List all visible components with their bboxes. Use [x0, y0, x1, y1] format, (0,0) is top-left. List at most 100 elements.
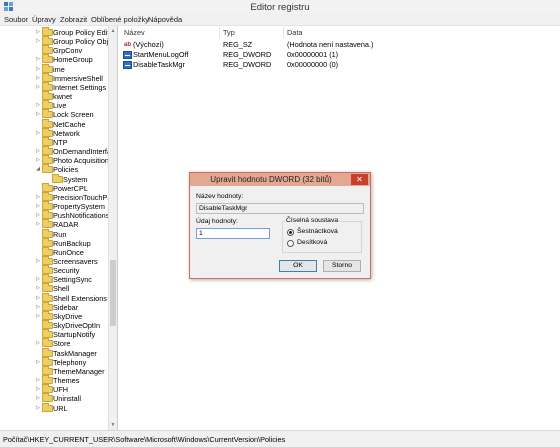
- menu-soubor[interactable]: Soubor: [4, 15, 28, 24]
- tree-item[interactable]: ▷ Live: [0, 100, 108, 110]
- tree-item[interactable]: System: [0, 173, 108, 184]
- expand-arrow-icon[interactable]: ▷: [35, 295, 41, 302]
- expand-arrow-icon[interactable]: ▷: [35, 359, 41, 366]
- tree-item[interactable]: ▷ Group Policy Objec: [0, 36, 116, 46]
- ok-button[interactable]: OK: [279, 260, 317, 272]
- scroll-up-arrow-icon[interactable]: ▲: [109, 28, 117, 34]
- expand-arrow-icon[interactable]: ▷: [35, 221, 41, 228]
- expand-arrow-icon[interactable]: ▷: [35, 377, 41, 384]
- tree-item[interactable]: StartupNotify: [0, 329, 108, 339]
- expand-arrow-icon[interactable]: ▷: [35, 194, 41, 201]
- expand-arrow-icon[interactable]: ▷: [35, 66, 41, 73]
- tree-item[interactable]: ▷ OnDemandInterfac: [0, 146, 115, 156]
- tree-item[interactable]: ▷ Internet Settings: [0, 81, 108, 92]
- decimal-radio-label[interactable]: Desítková: [297, 239, 327, 246]
- tree-item[interactable]: ▷ PushNotifications: [0, 210, 109, 220]
- expand-arrow-icon[interactable]: ▷: [35, 203, 41, 210]
- edit-dword-dialog: Upravit hodnotu DWORD (32 bitů) ✕ Název …: [189, 172, 371, 279]
- tree-item[interactable]: ▷ Group Policy Editor: [0, 27, 116, 37]
- value-name-field[interactable]: [196, 203, 364, 214]
- key-tree[interactable]: ▷ Group Policy Editor ▷ Group Policy Objec G…: [0, 26, 118, 430]
- hex-radio[interactable]: [287, 229, 294, 236]
- value-row[interactable]: StartMenuLogOff REG_DWORD 0x00000001 (1): [119, 50, 560, 60]
- tree-item[interactable]: ▷ UFH: [0, 384, 108, 394]
- tree-item[interactable]: ▷ Shell Extensions: [0, 292, 108, 303]
- tree-item[interactable]: ▷ SettingSync: [0, 274, 108, 284]
- tree-item[interactable]: ▷ Uninstall: [0, 393, 108, 403]
- tree-item[interactable]: SkyDriveOptIn: [0, 320, 108, 330]
- tree-item[interactable]: ▷ URL: [0, 402, 108, 413]
- expand-arrow-icon[interactable]: ▷: [35, 157, 41, 164]
- column-header-name[interactable]: Název: [124, 27, 145, 38]
- tree-item[interactable]: ▷ SkyDrive: [0, 310, 108, 321]
- expand-arrow-icon[interactable]: ▷: [35, 340, 41, 347]
- tree-item[interactable]: RunOnce: [0, 246, 108, 257]
- expand-arrow-icon[interactable]: ▷: [35, 212, 41, 219]
- expand-arrow-icon[interactable]: ▷: [35, 102, 41, 109]
- expand-arrow-icon[interactable]: ▷: [35, 84, 41, 91]
- tree-item[interactable]: ▷ Store: [0, 338, 108, 348]
- tree-item[interactable]: TaskManager: [0, 347, 108, 358]
- menu-zobrazit[interactable]: Zobrazit: [60, 15, 87, 24]
- expand-arrow-icon[interactable]: ▷: [35, 258, 41, 265]
- decimal-radio[interactable]: [287, 240, 294, 247]
- tree-item[interactable]: ▷ ime: [0, 63, 108, 74]
- column-header-data[interactable]: Data: [287, 27, 302, 38]
- menu-upravy[interactable]: Úpravy: [32, 15, 56, 24]
- expand-arrow-icon[interactable]: ▷: [35, 276, 41, 283]
- value-row[interactable]: ab (Výchozí) REG_SZ (Hodnota není nastav…: [119, 40, 560, 50]
- tree-item[interactable]: ▷ Network: [0, 127, 108, 138]
- close-icon[interactable]: ✕: [351, 174, 368, 185]
- tree-item[interactable]: ThemeManager: [0, 365, 108, 376]
- expand-arrow-icon[interactable]: ▷: [35, 405, 41, 412]
- tree-item[interactable]: PowerCPL: [0, 182, 108, 193]
- tree-item[interactable]: kwnet: [0, 91, 108, 101]
- expand-arrow-icon[interactable]: ▷: [35, 38, 41, 45]
- scrollbar-thumb[interactable]: [110, 260, 116, 326]
- expand-arrow-icon[interactable]: ▷: [35, 304, 41, 311]
- tree-item-label: PropertySystem: [53, 202, 105, 212]
- menu-napoveda[interactable]: Nápověda: [148, 15, 182, 24]
- collapse-arrow-icon[interactable]: ◢: [35, 166, 41, 173]
- tree-item[interactable]: ▷ Sidebar: [0, 301, 108, 312]
- folder-icon: [42, 283, 53, 293]
- tree-item[interactable]: NetCache: [0, 118, 108, 129]
- tree-item[interactable]: ▷ PropertySystem: [0, 201, 108, 212]
- expand-arrow-icon[interactable]: ▷: [35, 313, 41, 320]
- expand-arrow-icon[interactable]: ▷: [35, 285, 41, 292]
- tree-item[interactable]: ▷ Shell: [0, 283, 108, 293]
- tree-item[interactable]: ▷ Lock Screen: [0, 109, 108, 119]
- hex-radio-label[interactable]: Šestnáctková: [297, 228, 338, 235]
- expand-arrow-icon: [35, 240, 41, 247]
- tree-item[interactable]: ▷ Telephony: [0, 356, 108, 367]
- tree-item[interactable]: Run: [0, 228, 108, 239]
- menu-oblibene-polozky[interactable]: Oblíbené položky: [91, 15, 149, 24]
- cancel-button[interactable]: Storno: [323, 260, 361, 272]
- expand-arrow-icon[interactable]: ▷: [35, 386, 41, 393]
- tree-item[interactable]: Security: [0, 265, 108, 275]
- expand-arrow-icon[interactable]: ▷: [35, 29, 41, 36]
- tree-item[interactable]: RunBackup: [0, 237, 108, 248]
- folder-icon: [42, 191, 53, 201]
- tree-item[interactable]: ▷ HomeGroup: [0, 54, 108, 64]
- expand-arrow-icon[interactable]: ▷: [35, 111, 41, 118]
- scroll-down-arrow-icon[interactable]: ▼: [109, 422, 117, 428]
- tree-item-label: Telephony: [53, 357, 87, 367]
- tree-item[interactable]: ▷ Photo Acquisition: [0, 155, 109, 165]
- expand-arrow-icon[interactable]: ▷: [35, 148, 41, 155]
- expand-arrow-icon[interactable]: ▷: [35, 395, 41, 402]
- tree-item[interactable]: ▷ ImmersiveShell: [0, 72, 108, 83]
- column-header-type[interactable]: Typ: [223, 27, 235, 38]
- tree-item[interactable]: NTP: [0, 136, 108, 147]
- tree-item[interactable]: ▷ PrecisionTouchPad: [0, 191, 115, 202]
- expand-arrow-icon[interactable]: ▷: [35, 56, 41, 63]
- tree-item[interactable]: GrpConv: [0, 45, 108, 55]
- tree-scrollbar[interactable]: ▲ ▼: [108, 26, 117, 430]
- value-row[interactable]: DisableTaskMgr REG_DWORD 0x00000000 (0): [119, 60, 560, 70]
- expand-arrow-icon[interactable]: ▷: [35, 75, 41, 82]
- tree-item[interactable]: ▷ Themes: [0, 375, 108, 385]
- value-data-field[interactable]: [196, 228, 270, 239]
- tree-item[interactable]: ▷ Screensavers: [0, 256, 108, 266]
- expand-arrow-icon[interactable]: ▷: [35, 130, 41, 137]
- tree-item[interactable]: ▷ RADAR: [0, 219, 108, 229]
